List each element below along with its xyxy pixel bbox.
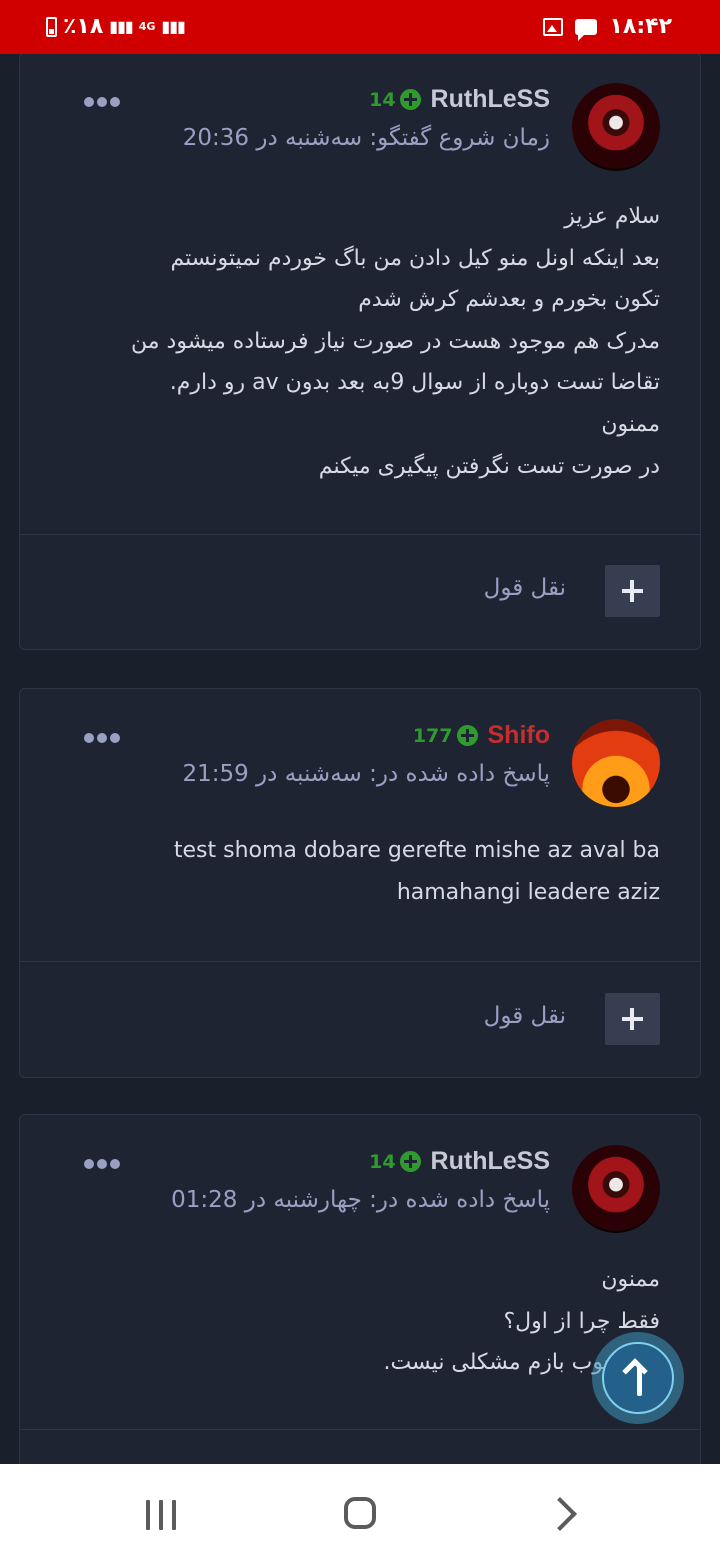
post: 14 RuthLeSS پاسخ داده شده در: چهارشنبه د… <box>19 1114 701 1464</box>
status-time: ۱۸:۴۲ <box>609 14 672 39</box>
system-nav-bar <box>0 1464 720 1560</box>
post-line: hamahangi leadere aziz <box>396 879 660 905</box>
status-bar: ٪۱۸ ▮▮▮ 4G ▮▮▮ ۱۸:۴۲ <box>0 0 720 54</box>
author-name[interactable]: RuthLeSS <box>431 1147 550 1176</box>
reputation-badge[interactable]: 177 <box>413 725 478 747</box>
reputation-badge[interactable]: 14 <box>369 1150 421 1173</box>
dot <box>97 733 107 743</box>
post-line: ممنون <box>601 411 660 437</box>
home-button[interactable] <box>344 1497 376 1529</box>
quote-plus-button[interactable] <box>605 993 660 1045</box>
post-line: بعد اینکه اونل منو کیل دادن من باگ خوردم… <box>170 245 660 271</box>
post: 14 RuthLeSS زمان شروع گفتگو: سه‌شنبه در … <box>19 54 701 650</box>
post-header: 177 Shifo <box>413 721 550 750</box>
reputation-count: 14 <box>369 1150 396 1173</box>
dot <box>110 97 120 107</box>
dot <box>97 1159 107 1169</box>
avatar[interactable] <box>572 83 660 171</box>
dot <box>110 1159 120 1169</box>
quote-link[interactable]: نقل قول <box>484 1003 566 1029</box>
post-line: ممنون <box>601 1267 660 1292</box>
avatar[interactable] <box>572 719 660 807</box>
status-left: ٪۱۸ ▮▮▮ 4G ▮▮▮ <box>46 14 186 39</box>
post-header: 14 RuthLeSS <box>369 1147 550 1176</box>
bar <box>159 1500 163 1530</box>
back-button[interactable] <box>543 1497 577 1531</box>
network-type: 4G <box>138 20 156 33</box>
more-options-button[interactable] <box>84 97 120 107</box>
more-options-button[interactable] <box>84 1159 120 1169</box>
dot <box>97 97 107 107</box>
dot <box>110 733 120 743</box>
post-date[interactable]: پاسخ داده شده در: سه‌شنبه در 21:59 <box>182 761 550 787</box>
signal-icon-2: ▮▮▮ <box>161 17 185 36</box>
battery-icon <box>46 16 57 37</box>
more-options-button[interactable] <box>84 733 120 743</box>
battery-percent: ٪۱۸ <box>63 14 104 39</box>
divider <box>20 961 700 962</box>
post-date[interactable]: زمان شروع گفتگو: سه‌شنبه در 20:36 <box>183 125 550 151</box>
reputation-badge[interactable]: 14 <box>369 88 421 111</box>
quote-link[interactable]: نقل قول <box>484 575 566 601</box>
image-notification-icon <box>543 17 564 36</box>
recent-apps-button[interactable] <box>146 1500 176 1530</box>
post-line: مدرک هم موجود هست در صورت نیاز فرستاده م… <box>131 328 660 354</box>
author-name[interactable]: RuthLeSS <box>431 85 550 114</box>
more-dots-icon <box>84 1159 94 1169</box>
more-dots-icon <box>84 97 94 107</box>
post-header: 14 RuthLeSS <box>369 85 550 114</box>
status-right: ۱۸:۴۲ <box>543 14 672 41</box>
plus-circle-icon <box>456 725 478 746</box>
bar <box>172 1500 176 1530</box>
scroll-to-top-circle <box>602 1342 674 1414</box>
post-line: در صورت تست نگرفتن پیگیری میکنم <box>318 453 660 479</box>
post-line: test shoma dobare gerefte mishe az aval … <box>173 838 660 863</box>
signal-icon: ▮▮▮ <box>109 17 133 36</box>
post-line: تکون بخورم و بعدشم کرش شدم <box>358 287 660 313</box>
author-name[interactable]: Shifo <box>488 721 551 750</box>
divider <box>20 1429 700 1430</box>
plus-circle-icon <box>399 89 421 110</box>
post: 177 Shifo پاسخ داده شده در: سه‌شنبه در 2… <box>19 688 701 1078</box>
post-line: تقاضا تست دوباره از سوال 9به بعد بدون av… <box>169 370 660 396</box>
reputation-count: 14 <box>369 88 396 111</box>
message-notification-icon <box>575 18 598 41</box>
post-body: سلام عزیز بعد اینکه اونل منو کیل دادن من… <box>131 196 660 487</box>
plus-circle-icon <box>399 1151 421 1172</box>
arrow-up-icon <box>622 1358 648 1384</box>
post-line: سلام عزیز <box>564 204 660 229</box>
reputation-count: 177 <box>412 724 453 747</box>
more-dots-icon <box>84 733 94 743</box>
post-date[interactable]: پاسخ داده شده در: چهارشنبه در 01:28 <box>171 1187 550 1213</box>
avatar[interactable] <box>572 1145 660 1233</box>
scroll-to-top-button[interactable] <box>592 1332 684 1424</box>
divider <box>20 534 700 535</box>
post-body: test shoma dobare gerefte mishe az aval … <box>174 830 660 913</box>
recent-apps-icon <box>146 1500 150 1530</box>
arrow-up-stem <box>637 1366 642 1396</box>
quote-plus-button[interactable] <box>605 565 660 617</box>
thread-content[interactable]: 14 RuthLeSS زمان شروع گفتگو: سه‌شنبه در … <box>0 54 720 1464</box>
